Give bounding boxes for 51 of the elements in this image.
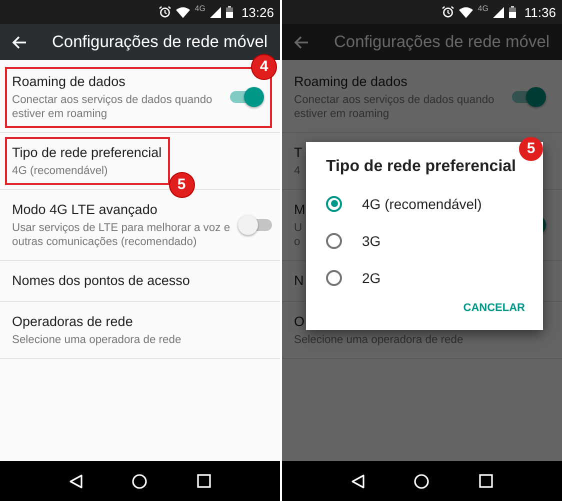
battery-icon (509, 6, 516, 18)
setting-description: Conectar aos serviços de dados quando (12, 93, 212, 107)
back-icon[interactable] (68, 474, 83, 488)
radio-button[interactable] (326, 196, 342, 212)
setting-title: O (294, 313, 305, 331)
screen-title: Configurações de rede móvel (52, 32, 268, 52)
setting-title: Modo 4G LTE avançado (12, 201, 158, 219)
setting-description: 4G (recomendável) (12, 164, 108, 178)
option-label[interactable]: 4G (recomendável) (362, 196, 482, 212)
back-arrow-icon[interactable] (12, 36, 26, 48)
network-type: 4G (478, 4, 488, 13)
setting-title: N (294, 272, 304, 290)
clock-time: 13:26 (241, 4, 274, 20)
setting-description: outras comunicações (recomendado) (12, 235, 197, 249)
home-icon[interactable] (414, 474, 430, 488)
setting-title: Nomes dos pontos de acesso (12, 272, 190, 290)
step-badge: 5 (170, 173, 194, 197)
cancel-button[interactable]: CANCELAR (463, 296, 525, 320)
signal-icon (210, 6, 222, 18)
clock-time: 11:36 (524, 4, 556, 20)
network-type: 4G (194, 4, 206, 13)
setting-title: Tipo de rede preferencial (12, 144, 162, 162)
recent-apps-icon[interactable] (197, 474, 212, 488)
step-badge: 5 (519, 137, 543, 161)
option-label[interactable]: 3G (362, 232, 381, 248)
screen-title: Configurações de rede móvel (334, 32, 550, 52)
setting-description: Usar serviços de LTE para melhorar a voz e (12, 221, 230, 235)
radio-button[interactable] (326, 270, 342, 286)
option-label[interactable]: 2G (362, 270, 381, 286)
toggle-switch[interactable] (510, 87, 546, 107)
battery-icon (226, 6, 234, 18)
back-icon[interactable] (350, 474, 365, 488)
radio-button[interactable] (326, 232, 342, 248)
dialog-title: Tipo de rede preferencial (326, 158, 517, 176)
wifi-icon (176, 6, 190, 18)
setting-title: Operadoras de rede (12, 313, 133, 331)
toggle-switch[interactable] (238, 215, 274, 235)
signal-icon (493, 6, 504, 18)
setting-description: estiver em roaming (12, 107, 108, 121)
setting-title: T (294, 144, 302, 162)
setting-title: M (294, 201, 306, 219)
setting-title: Roaming de dados (12, 73, 126, 91)
alarm-icon (158, 6, 171, 18)
wifi-icon (458, 6, 473, 18)
step-badge: 4 (252, 55, 276, 79)
recent-apps-icon[interactable] (479, 474, 494, 488)
alarm-icon (442, 6, 454, 18)
setting-description: Selecione uma operadora de rede (12, 333, 182, 347)
setting-title: Roaming de dados (294, 73, 408, 91)
toggle-switch[interactable] (228, 87, 264, 107)
home-icon[interactable] (132, 474, 148, 488)
